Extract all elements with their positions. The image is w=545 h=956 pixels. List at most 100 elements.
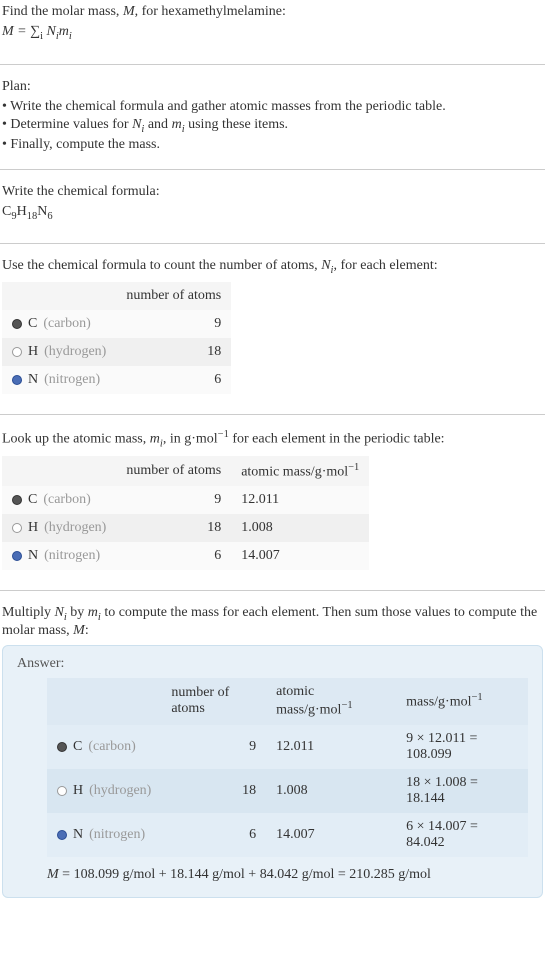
write-formula-section: Write the chemical formula: C9H18N6	[0, 180, 545, 234]
cell-calc: 9 × 12.011 = 108.099	[396, 725, 528, 769]
cell-mass: 14.007	[266, 813, 396, 857]
text: , for each element:	[333, 258, 437, 273]
table-row: H (hydrogen) 18	[2, 338, 231, 366]
divider	[0, 169, 545, 170]
cell-mass: 1.008	[231, 514, 369, 542]
elem-symbol: H	[28, 344, 38, 360]
elem-symbol: H	[28, 520, 38, 536]
elem-h: H	[17, 204, 27, 219]
table-row: H (hydrogen) 18 1.008	[2, 514, 369, 542]
header-total: mass/g·mol−1	[396, 678, 528, 725]
hydrogen-dot-icon	[57, 786, 67, 796]
cell-count: 6	[161, 813, 266, 857]
text: by	[67, 605, 88, 620]
table-row: C (carbon) 9 12.011	[2, 486, 369, 514]
elem-name: (carbon)	[43, 492, 90, 508]
sub-i: i	[69, 31, 72, 42]
var-m: M	[123, 4, 135, 19]
formula-left: M = ∑	[2, 24, 40, 39]
cell-mass: 1.008	[266, 769, 396, 813]
table-row: N (nitrogen) 6 14.007 6 × 14.007 = 84.04…	[47, 813, 528, 857]
table-header-row: number of atoms atomic mass/g·mol−1 mass…	[47, 678, 528, 725]
cell-count: 18	[116, 338, 231, 366]
table-row: H (hydrogen) 18 1.008 18 × 1.008 = 18.14…	[47, 769, 528, 813]
intro-text: Find the molar mass, M, for hexamethylme…	[2, 4, 543, 20]
elem-c: C	[2, 204, 11, 219]
text: , in g·mol	[163, 432, 218, 447]
plan-item: • Finally, compute the mass.	[2, 137, 543, 153]
header-atoms: number of atoms	[116, 282, 231, 310]
answer-label: Answer:	[17, 656, 528, 672]
table-row: C (carbon) 9	[2, 310, 231, 338]
cell-count: 18	[161, 769, 266, 813]
var-n: N	[55, 605, 64, 620]
cell-mass: 12.011	[266, 725, 396, 769]
elem-symbol: N	[73, 827, 83, 843]
header-mass: atomic mass/g·mol−1	[266, 678, 396, 725]
elem-name: (nitrogen)	[89, 827, 145, 843]
text: for each element in the periodic table:	[229, 432, 445, 447]
hydrogen-dot-icon	[12, 523, 22, 533]
elem-name: (carbon)	[88, 739, 135, 755]
step-heading: Write the chemical formula:	[2, 184, 543, 200]
var-n: N	[47, 24, 56, 39]
elem-symbol: C	[73, 739, 82, 755]
cell-calc: 18 × 1.008 = 18.144	[396, 769, 528, 813]
text: , for hexamethylmelamine:	[135, 4, 286, 19]
elem-name: (hydrogen)	[89, 783, 151, 799]
count-atoms-section: Use the chemical formula to count the nu…	[0, 254, 545, 404]
table-row: N (nitrogen) 6 14.007	[2, 542, 369, 570]
table-row: C (carbon) 9 12.011 9 × 12.011 = 108.099	[47, 725, 528, 769]
nitrogen-dot-icon	[12, 375, 22, 385]
cell-count: 9	[161, 725, 266, 769]
cell-count: 9	[116, 310, 231, 338]
var-m-cap: M	[47, 867, 59, 882]
element-cell: H (hydrogen)	[47, 769, 161, 813]
var-n: N	[321, 258, 330, 273]
plan-heading: Plan:	[2, 79, 543, 95]
header-empty	[2, 456, 116, 487]
element-cell: N (nitrogen)	[2, 366, 116, 394]
var-m: m	[59, 24, 69, 39]
hydrogen-dot-icon	[12, 347, 22, 357]
var-m-cap: M	[73, 623, 85, 638]
carbon-dot-icon	[12, 319, 22, 329]
table-row: N (nitrogen) 6	[2, 366, 231, 394]
intro-section: Find the molar mass, M, for hexamethylme…	[0, 0, 545, 54]
elem-name: (carbon)	[43, 316, 90, 332]
element-cell: N (nitrogen)	[47, 813, 161, 857]
divider	[0, 590, 545, 591]
text: Find the molar mass,	[2, 4, 123, 19]
sup: −1	[218, 429, 229, 440]
sub: 18	[27, 210, 38, 221]
elem-name: (hydrogen)	[44, 520, 106, 536]
element-cell: H (hydrogen)	[2, 514, 116, 542]
text: Multiply	[2, 605, 55, 620]
step-heading: Use the chemical formula to count the nu…	[2, 258, 543, 276]
header-mass: atomic mass/g·mol−1	[231, 456, 369, 487]
elem-n: N	[37, 204, 47, 219]
elem-symbol: N	[28, 548, 38, 564]
header-empty	[2, 282, 116, 310]
final-sum: = 108.099 g/mol + 18.144 g/mol + 84.042 …	[59, 867, 431, 882]
element-cell: C (carbon)	[2, 486, 116, 514]
molar-mass-formula: M = ∑i Nimi	[2, 24, 543, 42]
divider	[0, 414, 545, 415]
plan-section: Plan: • Write the chemical formula and g…	[0, 75, 545, 159]
step-heading: Look up the atomic mass, mi, in g·mol−1 …	[2, 429, 543, 449]
elem-symbol: C	[28, 492, 37, 508]
sub-i: i	[40, 31, 43, 42]
var-m: m	[150, 432, 160, 447]
elem-name: (nitrogen)	[44, 372, 100, 388]
chemical-formula: C9H18N6	[2, 204, 543, 222]
plan-item: • Determine values for Ni and mi using t…	[2, 117, 543, 135]
step-heading: Multiply Ni by mi to compute the mass fo…	[2, 605, 543, 639]
text: :	[85, 623, 89, 638]
sub: 6	[47, 210, 52, 221]
answer-box: Answer: number of atoms atomic mass/g·mo…	[2, 645, 543, 898]
compute-section: Multiply Ni by mi to compute the mass fo…	[0, 601, 545, 907]
element-cell: C (carbon)	[47, 725, 161, 769]
cell-count: 6	[116, 542, 231, 570]
cell-mass: 12.011	[231, 486, 369, 514]
cell-count: 6	[116, 366, 231, 394]
